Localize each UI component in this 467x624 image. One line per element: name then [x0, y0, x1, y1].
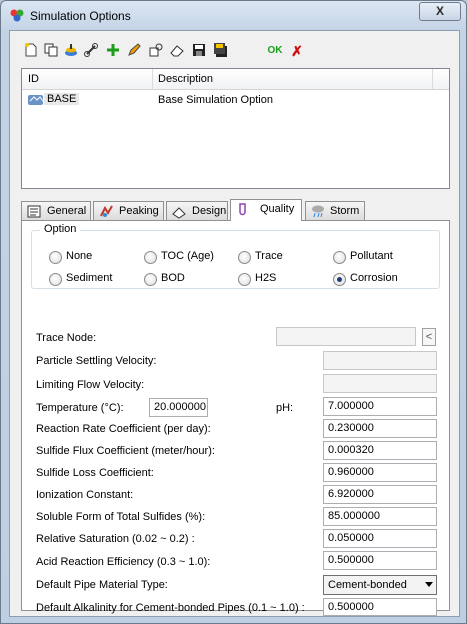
tab-general[interactable]: General: [21, 201, 91, 220]
radio-circle: [49, 273, 62, 286]
edit-pencil-icon[interactable]: [125, 42, 143, 60]
pipe-material-select[interactable]: Cement-bonded: [323, 575, 437, 595]
particle-settling-label: Particle Settling Velocity:: [36, 355, 157, 367]
acid-reaction-label: Acid Reaction Efficiency (0.3 ~ 1.0):: [36, 556, 211, 568]
radio-label: BOD: [161, 272, 185, 284]
key-icon[interactable]: [147, 42, 165, 60]
radio-label: TOC (Age): [161, 250, 214, 262]
tab-label: Design: [192, 205, 227, 217]
cancel-button[interactable]: ✗: [288, 42, 306, 60]
tab-design[interactable]: Design: [166, 201, 228, 220]
acid-reaction-field[interactable]: 0.500000: [323, 551, 437, 570]
tab-label: Peaking: [119, 205, 159, 217]
radio-circle: [238, 273, 251, 286]
ionization-field[interactable]: 6.920000: [323, 485, 437, 504]
stack-icon[interactable]: [62, 42, 80, 60]
option-group-label: Option: [40, 223, 81, 235]
simulation-icon: [28, 95, 44, 105]
ok-button[interactable]: OK: [266, 42, 284, 60]
radio-label: Pollutant: [350, 250, 393, 262]
radio-label: None: [66, 250, 93, 262]
title-bar[interactable]: Simulation Options X: [1, 1, 466, 29]
sulfide-flux-field[interactable]: 0.000320: [323, 441, 437, 460]
radio-circle-selected: [333, 273, 346, 286]
column-separator: [432, 69, 433, 89]
limiting-flow-label: Limiting Flow Velocity:: [36, 379, 145, 391]
list-item[interactable]: BASE Base Simulation Option: [22, 91, 449, 109]
tab-storm[interactable]: Storm: [305, 201, 365, 220]
radio-circle: [144, 273, 157, 286]
relative-saturation-label: Relative Saturation (0.02 ~ 0.2) :: [36, 533, 195, 545]
column-description[interactable]: Description: [158, 73, 213, 85]
simulation-list[interactable]: ID Description BASE Base Simulation Opti…: [21, 68, 450, 189]
eraser-icon[interactable]: [168, 42, 186, 60]
trace-node-field[interactable]: [276, 327, 416, 346]
radio-label: Sediment: [66, 272, 113, 284]
reaction-rate-label: Reaction Rate Coefficient (per day):: [36, 423, 211, 435]
soluble-form-field[interactable]: 85.000000: [323, 507, 437, 526]
temperature-field[interactable]: 20.000000: [149, 398, 208, 417]
radio-label: Trace: [255, 250, 283, 262]
limiting-flow-field[interactable]: [323, 374, 437, 393]
trace-node-browse-button[interactable]: <: [422, 328, 436, 346]
window-title: Simulation Options: [30, 9, 131, 23]
app-icon: [10, 9, 24, 22]
particle-settling-field[interactable]: [323, 351, 437, 370]
save-icon[interactable]: [190, 42, 208, 60]
tab-label: Storm: [330, 205, 360, 217]
column-id[interactable]: ID: [28, 73, 39, 85]
dialog-client: OK ✗ ID Description BASE Base Simulation…: [9, 30, 460, 617]
add-icon[interactable]: [104, 42, 122, 60]
ph-field[interactable]: 7.000000: [323, 397, 437, 416]
column-separator: [152, 69, 153, 89]
new-icon[interactable]: [22, 42, 40, 60]
tab-label: General: [47, 205, 87, 217]
pipe-material-label: Default Pipe Material Type:: [36, 579, 168, 591]
reaction-rate-field[interactable]: 0.230000: [323, 419, 437, 438]
alkalinity-label: Default Alkalinity for Cement-bonded Pip…: [36, 602, 305, 614]
tab-label: Quality: [260, 203, 295, 215]
link-icon[interactable]: [82, 42, 100, 60]
soluble-form-label: Soluble Form of Total Sulfides (%):: [36, 511, 206, 523]
tab-quality[interactable]: Quality: [230, 199, 302, 221]
radio-circle: [144, 251, 157, 264]
list-header: ID Description: [22, 69, 449, 90]
relative-saturation-field[interactable]: 0.050000: [323, 529, 437, 548]
quality-panel: Option None TOC (Age) Trace Pollutant Se…: [21, 220, 450, 616]
sulfide-loss-label: Sulfide Loss Coefficient:: [36, 467, 154, 479]
ionization-label: Ionization Constant:: [36, 489, 134, 501]
radio-circle: [238, 251, 251, 264]
quality-icon: [239, 203, 246, 216]
pipe-material-value: Cement-bonded: [328, 579, 407, 591]
design-icon: [172, 207, 186, 219]
alkalinity-field[interactable]: 0.500000: [323, 598, 437, 616]
radio-circle: [333, 251, 346, 264]
ph-label: pH:: [276, 402, 294, 414]
radio-label: H2S: [255, 272, 277, 284]
trace-node-label: Trace Node:: [36, 332, 97, 344]
peaking-icon: [100, 205, 113, 217]
sulfide-loss-field[interactable]: 0.960000: [323, 463, 437, 482]
tab-peaking[interactable]: Peaking: [93, 201, 164, 220]
option-group: Option None TOC (Age) Trace Pollutant Se…: [31, 223, 440, 289]
save-all-icon[interactable]: [212, 42, 230, 60]
storm-icon: [312, 205, 324, 218]
radio-circle: [49, 251, 62, 264]
row-id: BASE: [44, 93, 80, 105]
temperature-label: Temperature (°C):: [36, 402, 124, 414]
general-icon: [27, 205, 41, 218]
chevron-down-icon: [425, 582, 433, 587]
copy-icon[interactable]: [42, 42, 60, 60]
radio-label: Corrosion: [350, 272, 398, 284]
row-description: Base Simulation Option: [158, 94, 273, 106]
simulation-options-window: Simulation Options X OK ✗ ID Description…: [0, 0, 467, 624]
sulfide-flux-label: Sulfide Flux Coefficient (meter/hour):: [36, 445, 215, 457]
close-button[interactable]: X: [419, 2, 461, 21]
